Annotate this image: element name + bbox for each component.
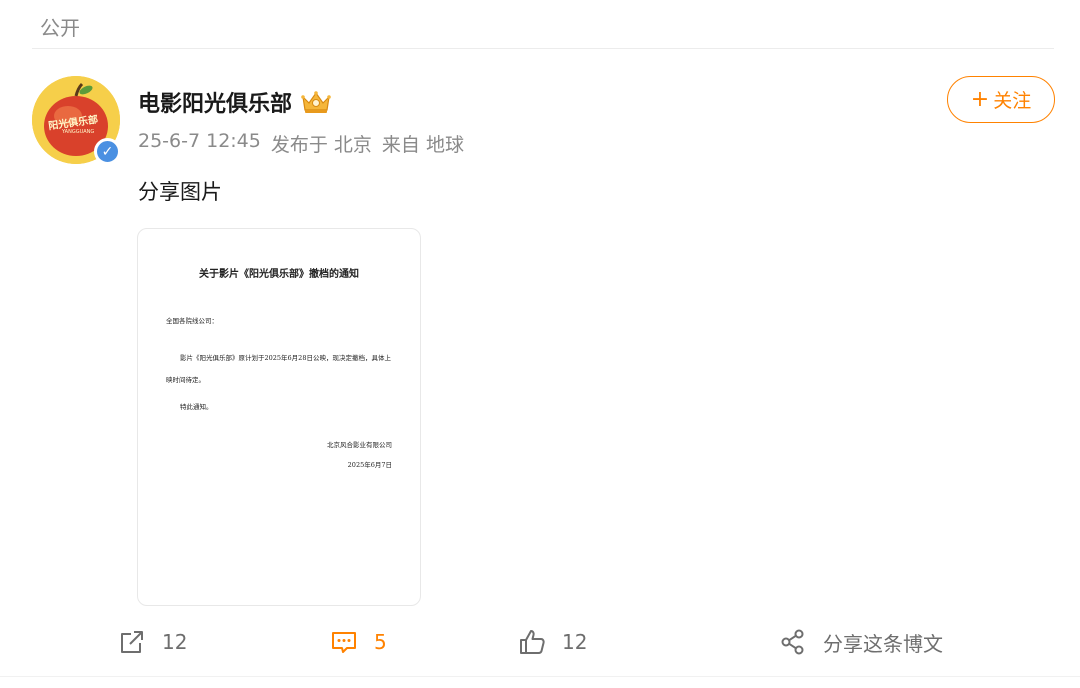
like-button[interactable]: 12 — [518, 620, 587, 664]
follow-button[interactable]: + 关注 — [947, 76, 1055, 123]
visibility-bar: 公开 — [0, 0, 1080, 50]
repost-icon — [121, 631, 143, 653]
follow-label: 关注 — [993, 90, 1032, 112]
comment-count: 5 — [374, 630, 387, 654]
doc-title: 关于影片《阳光俱乐部》撤档的通知 — [199, 269, 359, 280]
post-meta: 25-6-7 12:45 发布于 北京 来自 地球 — [138, 130, 464, 157]
repost-button[interactable]: 12 — [118, 620, 187, 664]
doc-company: 北京风合影业有限公司 — [327, 441, 392, 449]
author-row: 电影阳光俱乐部 — [138, 86, 332, 118]
avatar-subtext: YANGGUANG — [62, 129, 95, 135]
author-name[interactable]: 电影阳光俱乐部 — [138, 86, 292, 118]
verified-badge-icon: ✓ — [94, 138, 121, 165]
share-icon — [781, 629, 804, 655]
post-time[interactable]: 25-6-7 12:45 — [138, 130, 261, 157]
action-bar: 12 5 12 分享这条博文 — [0, 620, 1080, 664]
repost-count: 12 — [162, 630, 188, 654]
crown-badge-icon[interactable] — [300, 88, 332, 116]
post-text: 分享图片 — [138, 180, 222, 204]
doc-greeting: 全国各院线公司： — [166, 317, 218, 325]
post-image[interactable]: 关于影片《阳光俱乐部》撤档的通知 全国各院线公司： 影片《阳光俱乐部》原计划于2… — [137, 228, 421, 606]
doc-closing: 特此通知。 — [180, 403, 213, 411]
share-label: 分享这条博文 — [823, 631, 943, 656]
comment-button[interactable]: 5 — [330, 620, 387, 664]
share-button[interactable]: 分享这条博文 — [779, 620, 943, 664]
plus-icon: + — [970, 86, 990, 112]
thumbs-up-icon — [520, 630, 545, 654]
visibility-label: 公开 — [40, 16, 80, 40]
post-location: 发布于 北京 — [270, 134, 372, 156]
divider — [0, 676, 1080, 677]
divider — [32, 48, 1054, 49]
post-source: 来自 地球 — [381, 134, 464, 156]
doc-date: 2025年6月7日 — [347, 461, 392, 469]
doc-body: 影片《阳光俱乐部》原计划于2025年6月28日公映，现决定撤档，具体上映时间待定… — [166, 354, 391, 384]
like-count: 12 — [562, 630, 588, 654]
notice-document: 关于影片《阳光俱乐部》撤档的通知 全国各院线公司： 影片《阳光俱乐部》原计划于2… — [138, 229, 420, 605]
comment-icon — [332, 632, 356, 653]
avatar[interactable]: 阳光俱乐部 YANGGUANG ✓ — [32, 76, 121, 165]
